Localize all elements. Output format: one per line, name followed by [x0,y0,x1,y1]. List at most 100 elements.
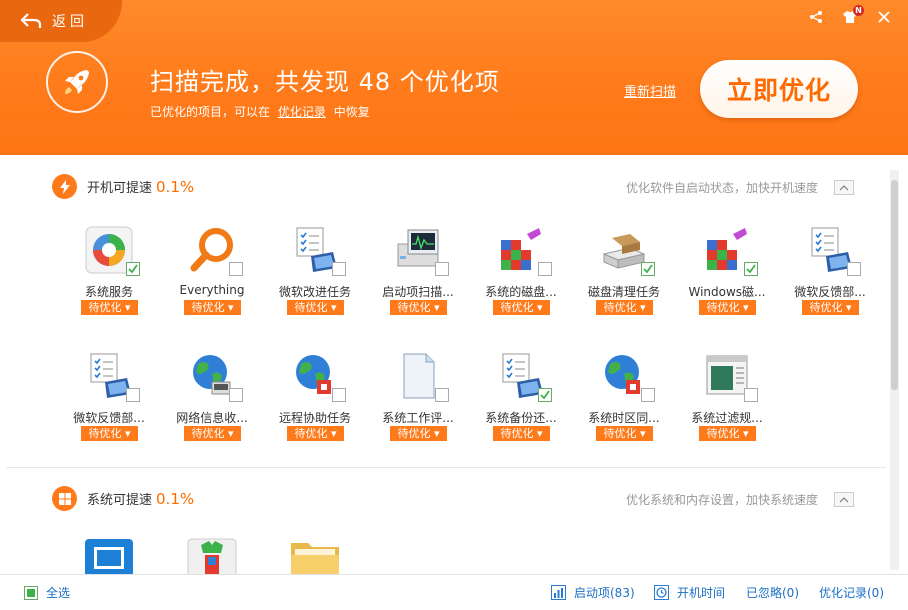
close-icon[interactable] [874,8,894,26]
status-label: 待优化 [88,301,122,314]
item-name: 微软反馈部... [794,285,866,299]
select-all-checkbox[interactable]: 全选 [24,584,70,601]
item-status-dropdown[interactable]: 待优化 ▾ [287,300,344,315]
results-panel: 开机可提速 0.1% 优化软件自启动状态，加快开机速度 系统服务 待优化 ▾ E… [0,155,908,574]
item-checkbox[interactable] [641,262,655,276]
item-checkbox[interactable] [744,388,758,402]
item-status-dropdown[interactable]: 待优化 ▾ [493,300,550,315]
status-label: 待优化 [397,301,431,314]
folder-icon [290,537,340,574]
item-status-dropdown[interactable]: 待优化 ▾ [596,426,653,441]
opt-item[interactable]: Windows磁... 待优化 ▾ [682,226,772,336]
section-divider [6,467,886,468]
status-label: 待优化 [88,427,122,440]
section-system-header: 系统可提速 0.1% [52,486,194,511]
opt-item[interactable]: 系统时区同... 待优化 ▾ [579,352,669,462]
clock-icon [654,585,669,600]
item-status-dropdown[interactable]: 待优化 ▾ [802,300,859,315]
back-button[interactable]: 返回 [0,0,122,42]
boot-time-link[interactable]: 开机时间 [654,584,725,601]
status-label: 待优化 [500,301,534,314]
opt-item[interactable]: 远程协助任务 待优化 ▾ [270,352,360,462]
startup-chart-icon [551,585,566,600]
opt-item[interactable]: 磁盘清理任务 待优化 ▾ [579,226,669,336]
section-title: 开机可提速 [87,181,153,196]
rocket-icon [46,51,108,113]
footer-bar: 全选 启动项(83) 开机时间 已忽略(0) 优化记录(0) [0,574,908,610]
startup-items-link[interactable]: 启动项(83) [551,584,635,601]
item-name: 磁盘清理任务 [587,285,660,299]
item-name: 系统服务 [84,285,133,299]
section-title: 系统可提速 [87,493,153,508]
item-status-dropdown[interactable]: 待优化 ▾ [390,300,447,315]
optimize-now-button[interactable]: 立即优化 [700,60,858,118]
item-name: 远程协助任务 [278,411,351,425]
item-checkbox[interactable] [435,262,449,276]
chevron-up-icon [839,184,849,190]
section-percent: 0.1% [156,177,195,196]
item-status-dropdown[interactable]: 待优化 ▾ [596,300,653,315]
share-icon[interactable] [806,8,826,26]
item-checkbox[interactable] [744,262,758,276]
back-arrow-icon [20,13,42,28]
windows-logo-icon [52,486,77,511]
status-label: 待优化 [294,427,328,440]
opt-item[interactable]: 网络信息收... 待优化 ▾ [167,352,257,462]
item-name: 系统时区同... [588,411,660,425]
ignored-link[interactable]: 已忽略(0) [746,584,799,601]
item-checkbox[interactable] [229,388,243,402]
item-status-dropdown[interactable]: 待优化 ▾ [81,300,138,315]
item-checkbox[interactable] [435,388,449,402]
chevron-up-icon [839,496,849,502]
item-status-dropdown[interactable]: 待优化 ▾ [184,300,241,315]
opt-item[interactable]: 微软反馈部... 待优化 ▾ [785,226,875,336]
startup-items-label: 启动项(83) [574,586,635,600]
item-status-dropdown[interactable]: 待优化 ▾ [81,426,138,441]
item-status-dropdown[interactable]: 待优化 ▾ [493,426,550,441]
new-badge: N [853,5,864,16]
item-checkbox[interactable] [332,262,346,276]
item-checkbox[interactable] [847,262,861,276]
rescan-link[interactable]: 重新扫描 [624,81,676,100]
item-status-dropdown[interactable]: 待优化 ▾ [390,426,447,441]
item-checkbox[interactable] [332,388,346,402]
opt-item[interactable]: 系统过滤规... 待优化 ▾ [682,352,772,462]
collapse-button[interactable] [834,180,854,195]
subtitle-suffix: 中恢复 [333,105,370,119]
scrollbar-thumb[interactable] [891,180,898,390]
item-status-dropdown[interactable]: 待优化 ▾ [184,426,241,441]
ignored-label: 已忽略(0) [746,586,799,600]
item-name: 微软反馈部... [73,411,145,425]
status-label: 待优化 [191,427,225,440]
header-banner: 返回 N 扫描完成，共发现 48 个优化项 已优化的项目，可以在 优化记录 中恢… [0,0,908,155]
opt-item[interactable]: 系统的磁盘... 待优化 ▾ [476,226,566,336]
item-name: 网络信息收... [176,411,248,425]
item-status-dropdown[interactable]: 待优化 ▾ [699,426,756,441]
status-label: 待优化 [706,301,740,314]
item-name: 系统备份还... [485,411,557,425]
item-checkbox[interactable] [538,262,552,276]
collapse-button[interactable] [834,492,854,507]
opt-item[interactable]: 启动项扫描... 待优化 ▾ [373,226,463,336]
opt-item[interactable]: 系统备份还... 待优化 ▾ [476,352,566,462]
item-checkbox[interactable] [126,388,140,402]
item-checkbox[interactable] [538,388,552,402]
item-status-dropdown[interactable]: 待优化 ▾ [287,426,344,441]
opt-item[interactable]: 微软反馈部... 待优化 ▾ [64,352,154,462]
item-checkbox[interactable] [229,262,243,276]
scan-result-subtitle: 已优化的项目，可以在 优化记录 中恢复 [150,103,370,120]
opt-item[interactable]: 系统服务 待优化 ▾ [64,226,154,336]
lightning-icon [52,174,77,199]
item-status-dropdown[interactable]: 待优化 ▾ [699,300,756,315]
history-link[interactable]: 优化记录 [278,105,326,119]
opt-item[interactable]: 系统工作评... 待优化 ▾ [373,352,463,462]
opt-item[interactable]: Everything 待优化 ▾ [167,226,257,336]
subtitle-prefix: 已优化的项目，可以在 [150,105,271,119]
skin-shirt-icon[interactable]: N [840,5,864,26]
opt-history-link[interactable]: 优化记录(0) [819,584,884,601]
item-checkbox[interactable] [641,388,655,402]
boot-time-label: 开机时间 [677,586,726,600]
status-label: 待优化 [809,301,843,314]
item-checkbox[interactable] [126,262,140,276]
opt-item[interactable]: 微软改进任务 待优化 ▾ [270,226,360,336]
